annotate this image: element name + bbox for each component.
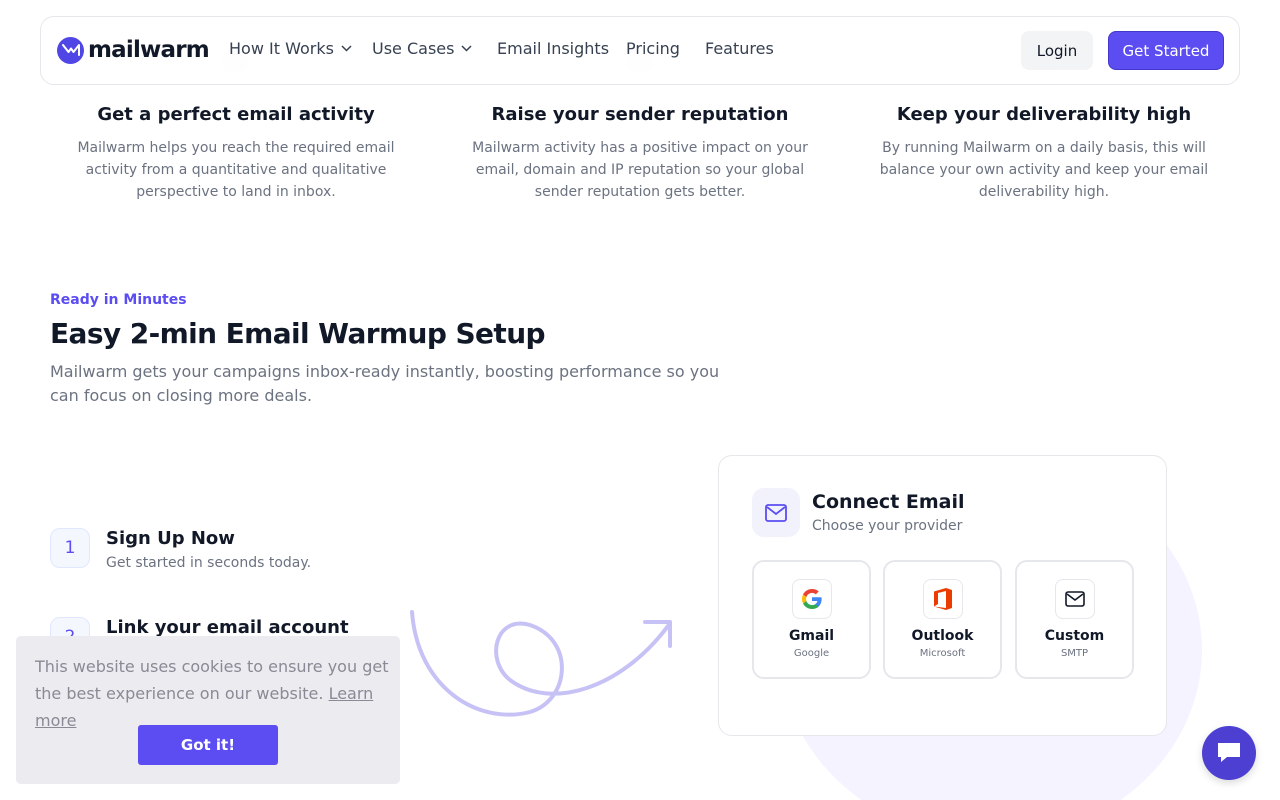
curly-arrow-decoration xyxy=(410,610,672,717)
google-icon xyxy=(792,579,832,619)
section-description: Mailwarm gets your campaigns inbox-ready… xyxy=(50,362,720,405)
provider-custom[interactable]: Custom SMTP xyxy=(1015,560,1134,679)
step-title: Sign Up Now xyxy=(106,528,235,549)
logo[interactable]: mailwarm xyxy=(57,36,210,64)
step-title: Link your email account xyxy=(106,617,349,638)
mail-icon xyxy=(752,488,800,537)
provider-gmail[interactable]: Gmail Google xyxy=(752,560,871,679)
login-button[interactable]: Login xyxy=(1021,31,1093,70)
nav-label: Features xyxy=(705,39,774,58)
chevron-down-icon xyxy=(341,45,352,52)
nav-pricing[interactable]: Pricing xyxy=(626,39,680,58)
feature-text: Mailwarm activity has a positive impact … xyxy=(472,140,808,200)
provider-name: Outlook xyxy=(911,628,974,644)
cookie-message: This website uses cookies to ensure you … xyxy=(35,653,395,734)
feature-title: Keep your deliverability high xyxy=(896,104,1192,125)
chevron-down-icon xyxy=(461,45,472,52)
nav-how-it-works[interactable]: How It Works xyxy=(229,39,352,58)
feature-text: Mailwarm helps you reach the required em… xyxy=(77,140,395,200)
card-subtitle: Choose your provider xyxy=(812,518,963,534)
cookie-accept-button[interactable]: Got it! xyxy=(138,725,278,765)
provider-name: Gmail xyxy=(788,628,835,644)
provider-outlook[interactable]: Outlook Microsoft xyxy=(883,560,1002,679)
feature-title: Get a perfect email activity xyxy=(97,104,375,125)
feature-text: By running Mailwarm on a daily basis, th… xyxy=(879,140,1209,200)
provider-sub: Microsoft xyxy=(919,648,966,659)
feature-activity: Get a perfect email activity Mailwarm he… xyxy=(50,104,422,203)
cookie-banner: This website uses cookies to ensure you … xyxy=(16,636,400,784)
nav-label: Pricing xyxy=(626,39,680,58)
office-icon xyxy=(923,579,963,619)
feature-reputation: Raise your sender reputation Mailwarm ac… xyxy=(454,104,826,203)
logo-mark-icon xyxy=(57,36,84,64)
feature-title: Raise your sender reputation xyxy=(491,104,789,125)
step-number: 1 xyxy=(50,528,90,568)
nav-email-insights[interactable]: Email Insights xyxy=(497,39,609,58)
provider-sub: Google xyxy=(793,648,830,659)
navbar: mailwarm How It Works Use Cases Email In… xyxy=(40,16,1240,85)
nav-label: How It Works xyxy=(229,39,334,58)
card-title: Connect Email xyxy=(812,491,965,513)
section-eyebrow: Ready in Minutes xyxy=(50,292,187,308)
provider-name: Custom xyxy=(1044,628,1105,644)
nav-use-cases[interactable]: Use Cases xyxy=(372,39,472,58)
nav-features[interactable]: Features xyxy=(705,39,774,58)
chat-bubble-icon[interactable] xyxy=(1202,726,1256,780)
feature-deliverability: Keep your deliverability high By running… xyxy=(858,104,1230,203)
step-subtitle: Get started in seconds today. xyxy=(106,555,312,571)
connect-email-card: Connect Email Choose your provider Gmail… xyxy=(718,455,1167,736)
get-started-button[interactable]: Get Started xyxy=(1108,31,1224,70)
nav-label: Email Insights xyxy=(497,39,610,58)
provider-sub: SMTP xyxy=(1060,648,1089,659)
nav-label: Use Cases xyxy=(372,39,455,58)
step-sign-up: 1 Sign Up Now Get started in seconds tod… xyxy=(50,528,311,571)
section-title: Easy 2-min Email Warmup Setup xyxy=(50,317,546,350)
logo-text: mailwarm xyxy=(88,37,210,63)
mail-icon xyxy=(1055,579,1095,619)
